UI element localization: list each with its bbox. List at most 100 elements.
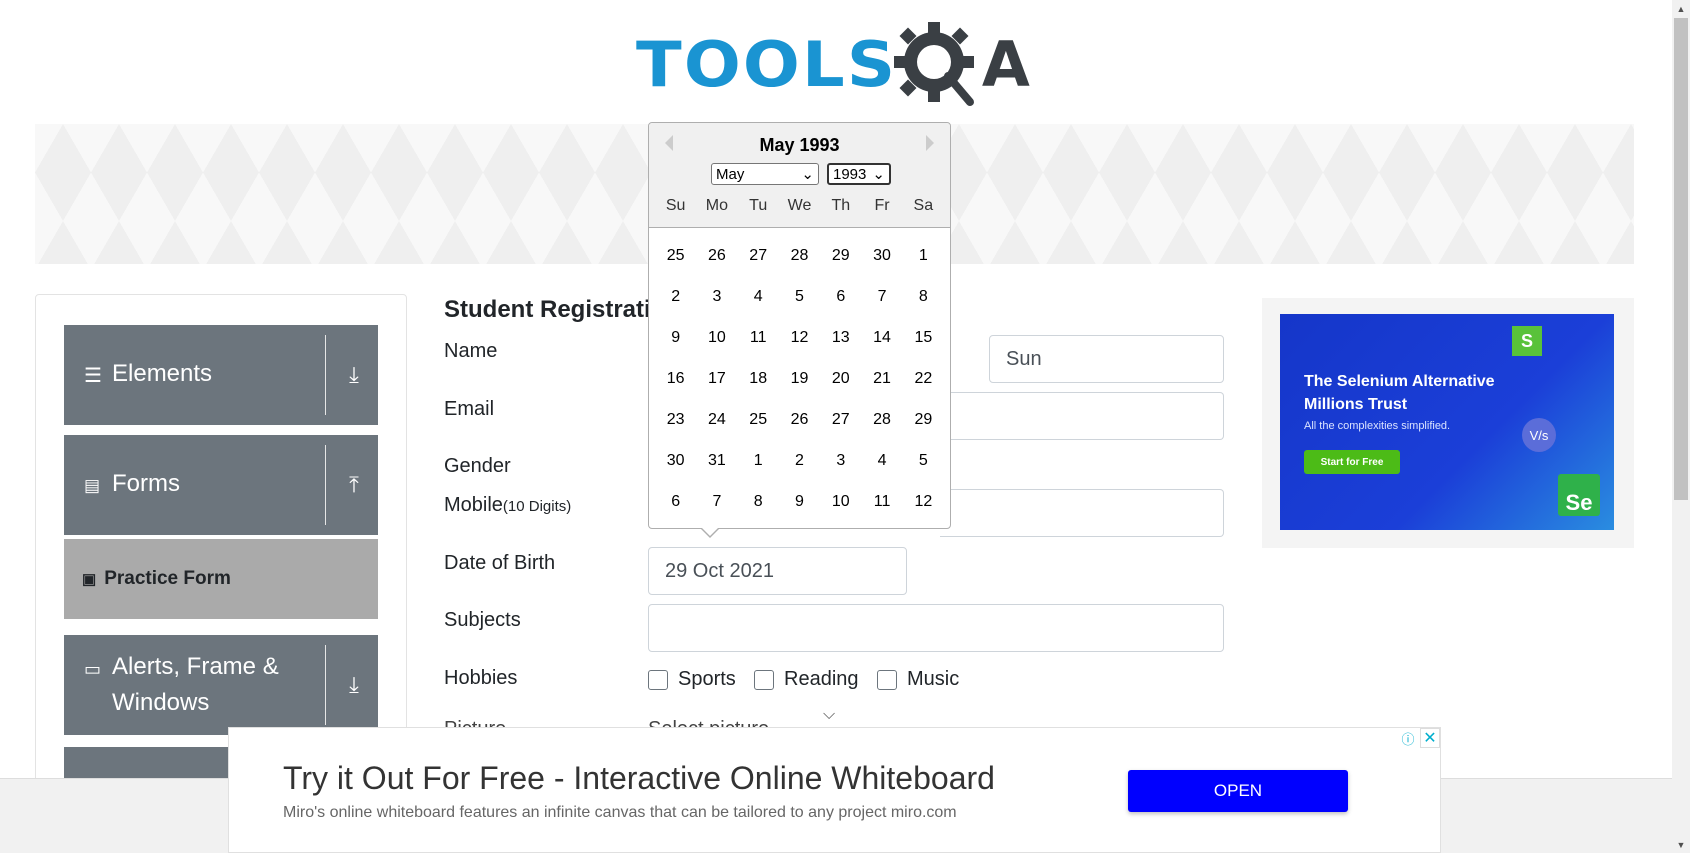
scroll-down-icon[interactable]: ▼ <box>1672 836 1690 853</box>
calendar-day[interactable]: 27 <box>820 405 861 434</box>
calendar-day[interactable]: 28 <box>779 241 820 270</box>
calendar-day[interactable]: 13 <box>820 323 861 352</box>
calendar-day[interactable]: 12 <box>779 323 820 352</box>
window-icon: ▭ <box>84 659 102 679</box>
page-scrollbar[interactable]: ▲ ▼ <box>1672 0 1690 853</box>
calendar-day[interactable]: 10 <box>820 487 861 516</box>
calendar-day[interactable]: 21 <box>861 364 902 393</box>
calendar-day[interactable]: 27 <box>738 241 779 270</box>
calendar-day[interactable]: 17 <box>696 364 737 393</box>
side-ad-banner[interactable]: S The Selenium Alternative Millions Trus… <box>1280 314 1614 530</box>
collapse-up-icon[interactable]: ⤒ <box>342 472 366 498</box>
hobby-label: Sports <box>678 668 736 690</box>
calendar-day[interactable]: 11 <box>861 487 902 516</box>
calendar-day[interactable]: 11 <box>738 323 779 352</box>
month-select[interactable]: May ⌄ <box>711 163 819 185</box>
hobby-sports[interactable]: Sports <box>648 668 736 691</box>
open-button[interactable]: OPEN <box>1128 770 1348 812</box>
calendar-day[interactable]: 12 <box>903 487 944 516</box>
expand-down-icon[interactable]: ⤓ <box>342 672 366 698</box>
datepicker-pointer-inner <box>701 527 719 536</box>
toolsqa-logo[interactable]: TOOLS A <box>636 14 1040 114</box>
weekday-label: Tu <box>749 197 768 214</box>
sidebar-item-practice-form[interactable]: ▣ Practice Form <box>64 539 378 619</box>
calendar-day[interactable]: 30 <box>861 241 902 270</box>
calendar-day[interactable]: 7 <box>696 487 737 516</box>
calendar-day[interactable]: 4 <box>861 446 902 475</box>
calendar-day[interactable]: 16 <box>655 364 696 393</box>
calendar-day[interactable]: 8 <box>738 487 779 516</box>
calendar-day[interactable]: 1 <box>903 241 944 270</box>
calendar-day[interactable]: 26 <box>779 405 820 434</box>
divider <box>325 335 326 415</box>
datepicker-popup: May 1993 May ⌄ 1993 ⌄ Su Mo Tu We Th Fr Sa 25 2… <box>648 122 951 529</box>
calendar-day[interactable]: 2 <box>655 282 696 311</box>
sidebar-group-elements[interactable]: ☰ Elements ⤓ <box>64 325 378 425</box>
calendar-day[interactable]: 15 <box>903 323 944 352</box>
year-select[interactable]: 1993 ⌄ <box>827 163 891 185</box>
gender-label: Gender <box>444 455 511 477</box>
calendar-day[interactable]: 8 <box>903 282 944 311</box>
s-logo-icon: S <box>1512 326 1542 356</box>
calendar-day[interactable]: 19 <box>779 364 820 393</box>
logo-text-tools: TOOLS <box>636 27 898 101</box>
side-ad-subtitle: All the complexities simplified. <box>1304 420 1451 432</box>
last-name-input[interactable]: Sun <box>989 335 1224 383</box>
calendar-day[interactable]: 26 <box>696 241 737 270</box>
divider <box>325 445 326 525</box>
calendar-day[interactable]: 29 <box>903 405 944 434</box>
start-free-button[interactable]: Start for Free <box>1304 450 1400 474</box>
calendar-day[interactable]: 28 <box>861 405 902 434</box>
chevron-down-icon[interactable]: ⌵ <box>823 706 835 724</box>
calendar-day[interactable]: 31 <box>696 446 737 475</box>
sidebar-group-alerts[interactable]: ▭ Alerts, Frame & Windows ⤓ <box>64 635 378 735</box>
calendar-day[interactable]: 20 <box>820 364 861 393</box>
calendar-day[interactable]: 9 <box>655 323 696 352</box>
calendar-day[interactable]: 22 <box>903 364 944 393</box>
mobile-label-text: Mobile <box>444 494 503 516</box>
hobby-label: Reading <box>784 668 859 690</box>
calendar-day[interactable]: 10 <box>696 323 737 352</box>
scroll-up-icon[interactable]: ▲ <box>1672 0 1690 17</box>
dob-input[interactable]: 29 Oct 2021 <box>648 547 907 595</box>
datepicker-current-month: May 1993 <box>759 135 840 155</box>
calendar-day[interactable]: 2 <box>779 446 820 475</box>
sports-checkbox[interactable] <box>648 669 668 690</box>
calendar-day[interactable]: 1 <box>738 446 779 475</box>
music-checkbox[interactable] <box>877 669 897 690</box>
calendar-day[interactable]: 4 <box>738 282 779 311</box>
reading-checkbox[interactable] <box>754 669 774 690</box>
hobby-music[interactable]: Music <box>877 668 959 691</box>
calendar-day[interactable]: 5 <box>903 446 944 475</box>
calendar-day[interactable]: 3 <box>820 446 861 475</box>
calendar-day[interactable]: 5 <box>779 282 820 311</box>
weekday-header: Su Mo Tu We Th Fr Sa <box>655 197 944 215</box>
calendar-day[interactable]: 14 <box>861 323 902 352</box>
bottom-ad-title: Try it Out For Free - Interactive Online… <box>283 760 995 796</box>
calendar-day[interactable]: 25 <box>655 241 696 270</box>
calendar-day[interactable]: 23 <box>655 405 696 434</box>
calendar-day[interactable]: 30 <box>655 446 696 475</box>
calendar-day[interactable]: 18 <box>738 364 779 393</box>
side-ad[interactable]: S The Selenium Alternative Millions Trus… <box>1262 298 1634 548</box>
calendar-day[interactable]: 3 <box>696 282 737 311</box>
sidebar-group-forms[interactable]: ▤ Forms ⤒ <box>64 435 378 535</box>
bottom-ad[interactable]: Try it Out For Free - Interactive Online… <box>228 727 1441 853</box>
calendar-day[interactable]: 6 <box>655 487 696 516</box>
ad-close-icon[interactable]: ✕ <box>1420 728 1440 748</box>
calendar-day[interactable]: 9 <box>779 487 820 516</box>
calendar-day[interactable]: 25 <box>738 405 779 434</box>
calendar-day[interactable]: 7 <box>861 282 902 311</box>
email-input[interactable] <box>940 392 1224 440</box>
expand-down-icon[interactable]: ⤓ <box>342 362 366 388</box>
calendar-day[interactable]: 24 <box>696 405 737 434</box>
ad-info-icon[interactable]: ⓘ <box>1398 728 1418 748</box>
mobile-input[interactable] <box>940 489 1224 537</box>
subjects-input[interactable] <box>648 604 1224 652</box>
calendar-day[interactable]: 6 <box>820 282 861 311</box>
calendar-day[interactable]: 29 <box>820 241 861 270</box>
mobile-hint: (10 Digits) <box>502 498 572 515</box>
sidebar-group-label: Forms <box>112 470 180 497</box>
hobby-reading[interactable]: Reading <box>754 668 859 691</box>
scroll-thumb[interactable] <box>1674 18 1688 500</box>
